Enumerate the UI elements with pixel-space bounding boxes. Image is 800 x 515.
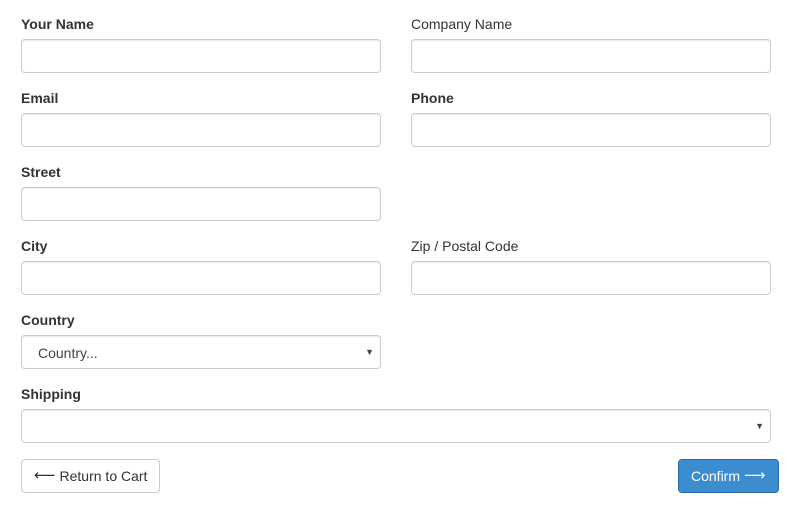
city-input[interactable] (21, 261, 381, 295)
company-name-group: Company Name (411, 14, 771, 73)
return-to-cart-label: Return to Cart (59, 468, 148, 484)
shipping-label: Shipping (21, 386, 81, 402)
street-label: Street (21, 164, 61, 180)
city-group: City (21, 236, 381, 295)
street-input[interactable] (21, 187, 381, 221)
your-name-input[interactable] (21, 39, 381, 73)
email-label: Email (21, 90, 59, 106)
your-name-label: Your Name (21, 16, 94, 32)
confirm-label: Confirm (691, 468, 741, 484)
company-name-label: Company Name (411, 16, 513, 32)
country-group: Country Country... ▼ (21, 310, 381, 369)
confirm-button[interactable]: Confirm ⟶ (678, 459, 779, 493)
arrow-left-icon: ⟵ (34, 467, 56, 484)
checkout-address-form: Your Name Company Name Email Phone Stree… (0, 0, 800, 515)
caret-down-icon: ▼ (755, 421, 764, 431)
caret-down-icon: ▼ (365, 347, 374, 357)
arrow-right-icon: ⟶ (744, 467, 766, 484)
country-label: Country (21, 312, 75, 328)
your-name-group: Your Name (21, 14, 381, 73)
street-group: Street (21, 162, 381, 221)
shipping-select[interactable]: ▼ (21, 409, 771, 443)
city-label: City (21, 238, 48, 254)
return-to-cart-button[interactable]: ⟵ Return to Cart (21, 459, 161, 493)
shipping-group: Shipping ▼ (21, 384, 771, 443)
email-group: Email (21, 88, 381, 147)
email-input[interactable] (21, 113, 381, 147)
phone-label: Phone (411, 90, 454, 106)
zip-input[interactable] (411, 261, 771, 295)
phone-group: Phone (411, 88, 771, 147)
zip-label: Zip / Postal Code (411, 238, 519, 254)
company-name-input[interactable] (411, 39, 771, 73)
country-select[interactable]: Country... ▼ (21, 335, 381, 369)
phone-input[interactable] (411, 113, 771, 147)
zip-group: Zip / Postal Code (411, 236, 771, 295)
country-select-value: Country... (38, 345, 98, 361)
